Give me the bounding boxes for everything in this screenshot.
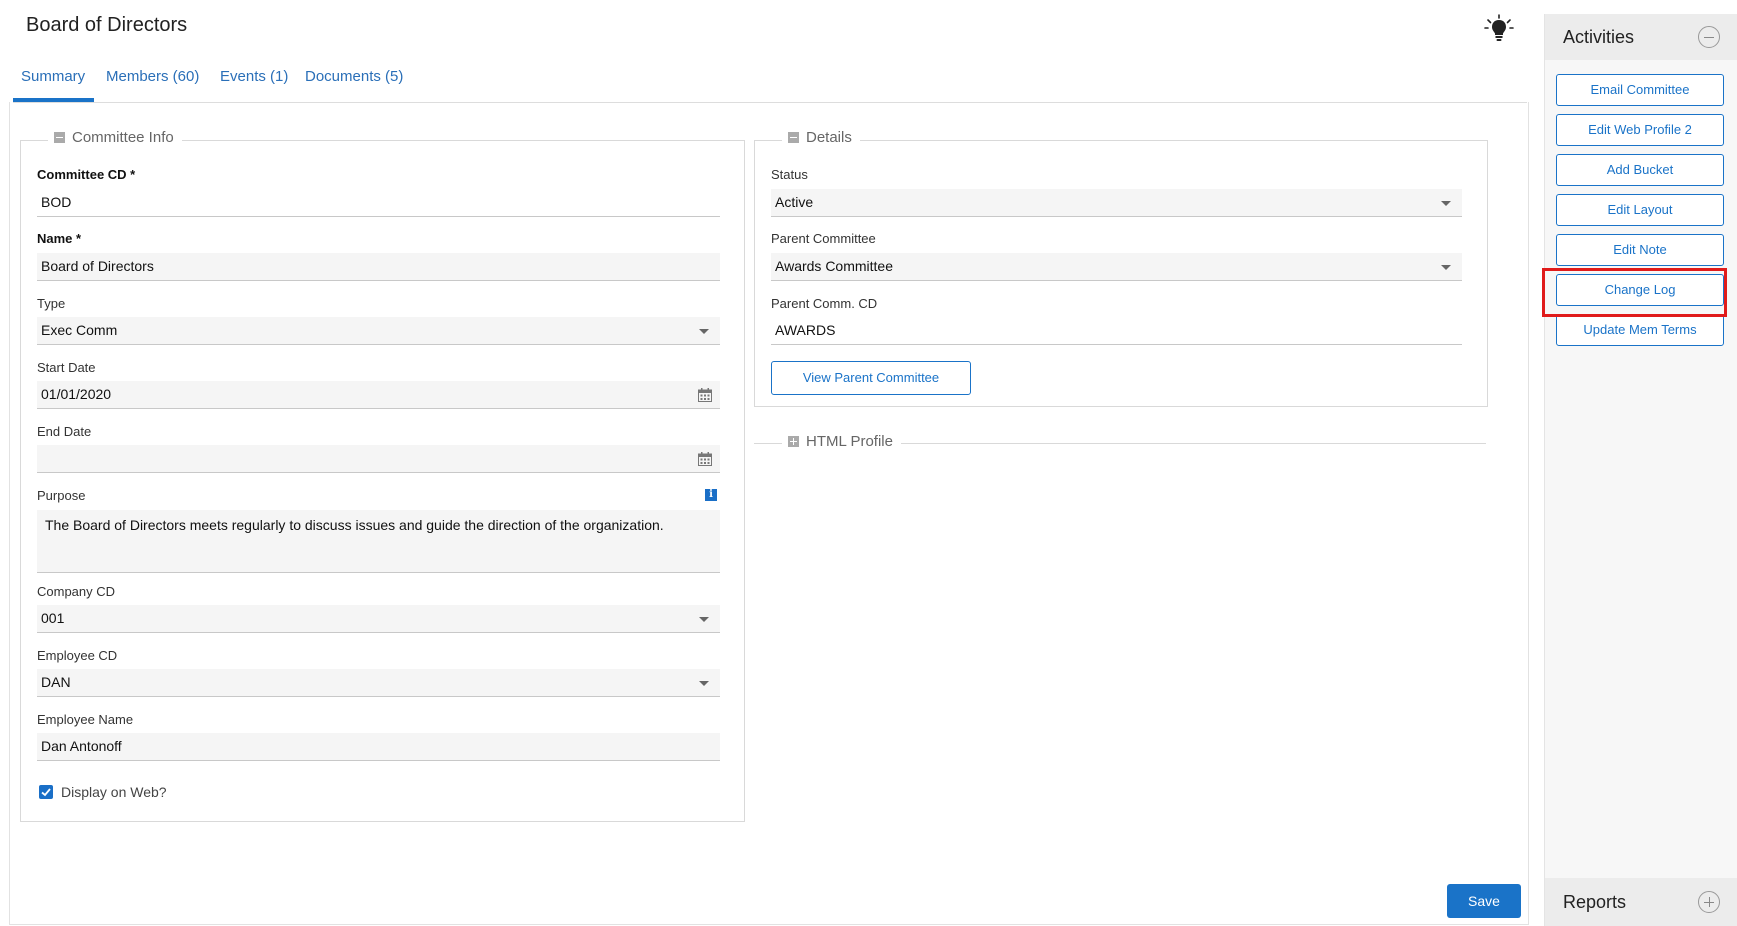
collapse-icon — [54, 132, 65, 143]
chevron-down-icon — [699, 617, 709, 622]
employee-name-label: Employee Name — [37, 712, 134, 727]
parent-committee-select[interactable]: Awards Committee — [771, 253, 1462, 281]
status-value: Active — [775, 194, 814, 210]
parent-committee-value: Awards Committee — [775, 258, 894, 274]
details-title: Details — [806, 129, 852, 146]
employee-name-field[interactable]: Dan Antonoff — [37, 733, 720, 761]
chevron-down-icon — [1441, 201, 1451, 206]
collapse-circle-icon[interactable] — [1698, 26, 1720, 48]
tab-events[interactable]: Events (1) — [220, 68, 288, 85]
company-cd-value: 001 — [41, 610, 65, 626]
edit-layout-button[interactable]: Edit Layout — [1556, 194, 1724, 226]
name-field[interactable]: Board of Directors — [37, 253, 720, 281]
add-bucket-button[interactable]: Add Bucket — [1556, 154, 1724, 186]
committee-cd-label: Committee CD * — [37, 167, 136, 182]
checkmark-icon — [41, 788, 51, 797]
company-cd-label: Company CD — [37, 584, 116, 599]
info-icon[interactable]: i — [705, 489, 717, 501]
chevron-down-icon — [699, 681, 709, 686]
reports-title: Reports — [1563, 892, 1627, 912]
lightbulb-icon[interactable] — [1484, 14, 1514, 44]
save-button[interactable]: Save — [1447, 884, 1521, 918]
page-title: Board of Directors — [26, 14, 188, 36]
end-date-field[interactable] — [37, 445, 720, 473]
parent-comm-cd-label: Parent Comm. CD — [771, 296, 878, 311]
parent-committee-label: Parent Committee — [771, 231, 876, 246]
expand-icon — [788, 436, 799, 447]
calendar-icon[interactable] — [698, 452, 712, 466]
activities-sidebar: Activities Email Committee Edit Web Prof… — [1544, 14, 1737, 926]
type-select[interactable]: Exec Comm — [37, 317, 720, 345]
email-committee-button[interactable]: Email Committee — [1556, 74, 1724, 106]
type-label: Type — [37, 296, 66, 311]
status-label: Status — [771, 167, 808, 182]
end-date-label: End Date — [37, 424, 92, 439]
edit-note-button[interactable]: Edit Note — [1556, 234, 1724, 266]
employee-cd-value: DAN — [41, 674, 71, 690]
employee-cd-label: Employee CD — [37, 648, 118, 663]
activities-header[interactable]: Activities — [1545, 14, 1737, 60]
status-select[interactable]: Active — [771, 189, 1462, 217]
display-on-web-label[interactable]: Display on Web? — [61, 784, 167, 800]
company-cd-select[interactable]: 001 — [37, 605, 720, 633]
employee-cd-select[interactable]: DAN — [37, 669, 720, 697]
tab-members[interactable]: Members (60) — [106, 68, 199, 85]
edit-web-profile-button[interactable]: Edit Web Profile 2 — [1556, 114, 1724, 146]
purpose-label: Purpose — [37, 488, 86, 503]
committee-info-title: Committee Info — [72, 129, 174, 146]
html-profile-legend[interactable]: HTML Profile — [782, 433, 901, 450]
collapse-icon — [788, 132, 799, 143]
name-label: Name * — [37, 231, 82, 246]
start-date-value: 01/01/2020 — [41, 386, 112, 402]
reports-header[interactable]: Reports — [1545, 878, 1737, 926]
view-parent-committee-button[interactable]: View Parent Committee — [771, 361, 971, 395]
chevron-down-icon — [1441, 265, 1451, 270]
purpose-textarea[interactable]: The Board of Directors meets regularly t… — [37, 510, 720, 573]
start-date-label: Start Date — [37, 360, 96, 375]
tab-bar: Summary Members (60) Events (1) Document… — [13, 62, 1527, 103]
tab-documents[interactable]: Documents (5) — [305, 68, 403, 85]
activities-title: Activities — [1563, 27, 1635, 47]
chevron-down-icon — [699, 329, 709, 334]
details-legend[interactable]: Details — [782, 129, 860, 146]
type-value: Exec Comm — [41, 322, 118, 338]
committee-info-legend[interactable]: Committee Info — [48, 129, 182, 146]
committee-cd-field[interactable]: BOD — [37, 189, 720, 217]
change-log-button[interactable]: Change Log — [1556, 274, 1724, 306]
tab-summary[interactable]: Summary — [21, 68, 85, 85]
display-on-web-checkbox[interactable] — [39, 785, 53, 799]
parent-comm-cd-field[interactable]: AWARDS — [771, 317, 1462, 345]
html-profile-title: HTML Profile — [806, 433, 893, 450]
start-date-field[interactable]: 01/01/2020 — [37, 381, 720, 409]
calendar-icon[interactable] — [698, 388, 712, 402]
expand-circle-icon[interactable] — [1698, 891, 1720, 913]
update-mem-terms-button[interactable]: Update Mem Terms — [1556, 314, 1724, 346]
